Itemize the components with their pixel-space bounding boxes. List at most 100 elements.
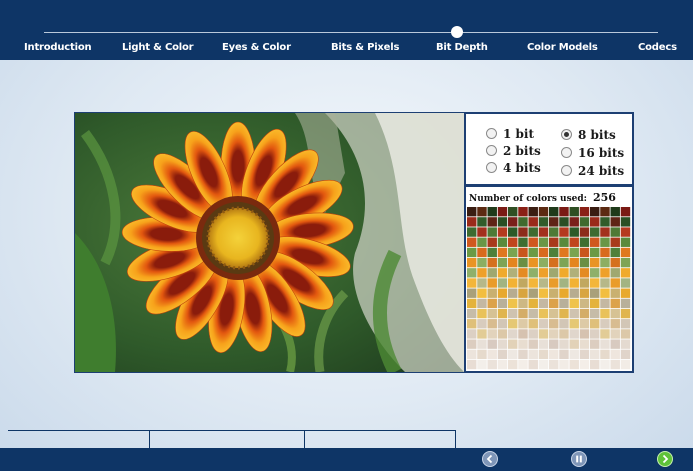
palette-swatch — [579, 247, 590, 258]
palette-swatch — [600, 217, 610, 227]
palette-swatch — [477, 217, 487, 227]
palette-swatch — [467, 227, 477, 237]
palette-swatch — [467, 257, 477, 268]
radio-icon[interactable] — [486, 128, 497, 139]
palette-swatch — [467, 278, 477, 288]
palette-swatch — [497, 329, 508, 339]
palette-swatch — [518, 278, 528, 288]
option-16-bits[interactable]: 16 bits — [561, 145, 624, 161]
palette-swatch — [508, 298, 518, 309]
palette-swatch — [620, 359, 631, 370]
palette-swatch — [487, 349, 497, 360]
palette-swatch — [569, 308, 579, 319]
option-24-bits[interactable]: 24 bits — [561, 163, 624, 179]
palette-swatch — [590, 339, 600, 349]
bottom-tab[interactable] — [8, 430, 150, 449]
palette-swatch — [579, 288, 590, 298]
palette-swatch — [467, 217, 477, 227]
palette-swatch — [620, 339, 631, 349]
palette-swatch — [600, 349, 610, 360]
palette-swatch — [610, 268, 620, 278]
palette-swatch — [497, 278, 508, 288]
palette-swatch — [549, 237, 559, 247]
palette-swatch — [467, 237, 477, 247]
palette-swatch — [549, 319, 559, 329]
palette-swatch — [538, 278, 549, 288]
progress-indicator[interactable] — [451, 26, 463, 38]
option-1-bit[interactable]: 1 bit — [486, 126, 534, 142]
palette-swatch — [569, 207, 579, 217]
bottom-tab[interactable] — [305, 430, 456, 449]
bottom-tab[interactable] — [150, 430, 305, 449]
nav-item-eyes-color[interactable]: Eyes & Color — [222, 41, 291, 55]
palette-swatch — [477, 319, 487, 329]
palette-swatch — [508, 247, 518, 258]
palette-swatch — [579, 237, 590, 247]
palette-swatch — [497, 207, 508, 217]
radio-icon[interactable] — [561, 165, 572, 176]
palette-swatch — [538, 227, 549, 237]
palette-swatch — [538, 339, 549, 349]
palette-swatch — [467, 329, 477, 339]
option-8-bits[interactable]: 8 bits — [561, 127, 616, 143]
palette-swatch — [559, 257, 569, 268]
palette-swatch — [477, 308, 487, 319]
palette-swatch — [538, 308, 549, 319]
palette-swatch — [559, 278, 569, 288]
next-button[interactable] — [657, 451, 673, 467]
palette-swatch — [538, 349, 549, 360]
palette-swatch — [508, 359, 518, 370]
palette-swatch — [590, 247, 600, 258]
palette-swatch — [610, 217, 620, 227]
palette-swatch — [518, 349, 528, 360]
option-4-bits[interactable]: 4 bits — [486, 160, 541, 176]
palette-swatch — [508, 227, 518, 237]
palette-swatch — [528, 257, 538, 268]
back-button[interactable] — [482, 451, 498, 467]
option-label: 16 bits — [578, 146, 625, 160]
palette-swatch — [600, 288, 610, 298]
palette-swatch — [487, 207, 497, 217]
palette-swatch — [569, 359, 579, 370]
palette-swatch — [559, 288, 569, 298]
radio-icon[interactable] — [486, 162, 497, 173]
palette-swatch — [528, 288, 538, 298]
palette-swatch — [620, 349, 631, 360]
palette-swatch — [620, 237, 631, 247]
option-2-bits[interactable]: 2 bits — [486, 143, 541, 159]
palette-swatch — [508, 268, 518, 278]
nav-item-bit-depth[interactable]: Bit Depth — [436, 41, 488, 55]
palette-swatch — [467, 288, 477, 298]
palette-swatch — [590, 359, 600, 370]
nav-item-bits-pixels[interactable]: Bits & Pixels — [331, 41, 399, 55]
palette-swatch — [559, 359, 569, 370]
palette-swatch — [559, 268, 569, 278]
color-count-label: Number of colors used: — [469, 194, 587, 204]
palette-swatch — [620, 247, 631, 258]
nav-item-codecs[interactable]: Codecs — [638, 41, 677, 55]
palette-swatch — [590, 278, 600, 288]
palette-swatch — [610, 247, 620, 258]
palette-swatch — [549, 298, 559, 309]
divider — [455, 430, 456, 471]
chevron-right-icon — [657, 451, 673, 467]
palette-swatch — [477, 349, 487, 360]
radio-icon[interactable] — [486, 145, 497, 156]
radio-icon[interactable] — [561, 147, 572, 158]
palette-swatch — [528, 227, 538, 237]
palette-swatch — [487, 278, 497, 288]
nav-item-color-models[interactable]: Color Models — [527, 41, 598, 55]
palette-swatch — [487, 227, 497, 237]
palette-swatch — [508, 288, 518, 298]
palette-swatch — [569, 329, 579, 339]
nav-item-light-color[interactable]: Light & Color — [122, 41, 194, 55]
pause-button[interactable] — [571, 451, 587, 467]
color-count-value: 256 — [593, 191, 616, 204]
palette-swatch — [590, 207, 600, 217]
palette-swatch — [497, 359, 508, 370]
palette-swatch — [549, 288, 559, 298]
palette-swatch — [518, 227, 528, 237]
radio-selected-icon[interactable] — [561, 129, 572, 140]
nav-item-introduction[interactable]: Introduction — [24, 41, 92, 55]
palette-swatch — [528, 207, 538, 217]
